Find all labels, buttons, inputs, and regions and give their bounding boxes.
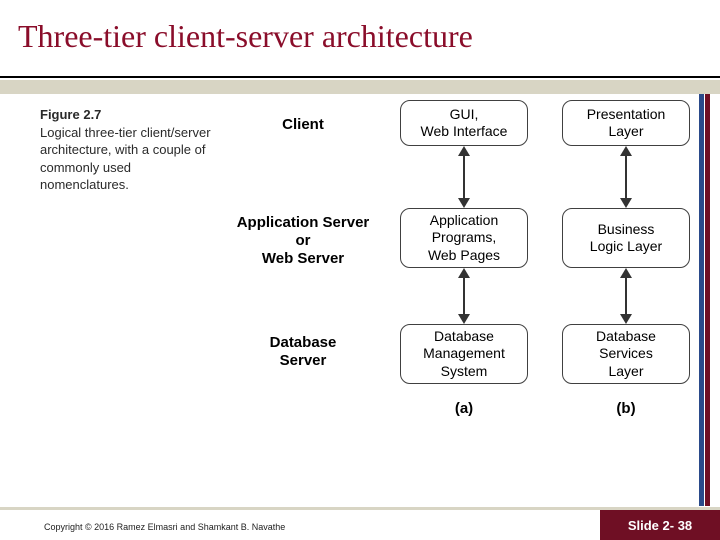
box-a-app: Application Programs, Web Pages bbox=[400, 208, 528, 268]
column-a-caption: (a) bbox=[400, 400, 528, 417]
figure-area: Figure 2.7 Logical three-tier client/ser… bbox=[40, 110, 680, 460]
arrow-down-b-2 bbox=[620, 314, 632, 324]
arrow-up-a-2 bbox=[458, 268, 470, 278]
arrow-up-b-1 bbox=[620, 146, 632, 156]
box-b-client: Presentation Layer bbox=[562, 100, 690, 146]
box-b-db: Database Services Layer bbox=[562, 324, 690, 384]
figure-caption: Figure 2.7 Logical three-tier client/ser… bbox=[40, 106, 215, 194]
slide: Three-tier client-server architecture Fi… bbox=[0, 0, 720, 540]
arrow-up-a-1 bbox=[458, 146, 470, 156]
arrow-up-b-2 bbox=[620, 268, 632, 278]
row-label-client: Client bbox=[218, 116, 388, 134]
vertical-decoration-blue bbox=[699, 94, 704, 506]
copyright-text: Copyright © 2016 Ramez Elmasri and Shamk… bbox=[44, 522, 285, 532]
page-title: Three-tier client-server architecture bbox=[18, 18, 473, 55]
vertical-decoration-maroon bbox=[705, 94, 710, 506]
arrow-down-a-1 bbox=[458, 198, 470, 208]
figure-caption-text: Logical three-tier client/server archite… bbox=[40, 125, 211, 193]
slide-number-badge: Slide 2- 38 bbox=[600, 510, 720, 540]
box-a-client: GUI, Web Interface bbox=[400, 100, 528, 146]
column-b-caption: (b) bbox=[562, 400, 690, 417]
arrow-down-b-1 bbox=[620, 198, 632, 208]
box-a-db: Database Management System bbox=[400, 324, 528, 384]
title-underband bbox=[0, 80, 720, 94]
arrow-down-a-2 bbox=[458, 314, 470, 324]
figure-number: Figure 2.7 bbox=[40, 107, 101, 122]
row-label-app-server: Application Server or Web Server bbox=[218, 214, 388, 268]
box-b-app: Business Logic Layer bbox=[562, 208, 690, 268]
row-label-db-server: Database Server bbox=[218, 334, 388, 370]
